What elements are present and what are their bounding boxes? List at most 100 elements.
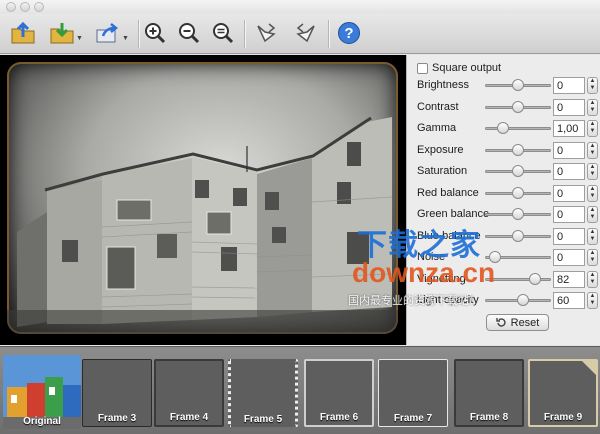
value-stepper[interactable]: ▲ ▼ [587, 120, 598, 137]
stepper-up-icon[interactable]: ▲ [588, 229, 597, 236]
stepper-up-icon[interactable]: ▲ [588, 207, 597, 214]
value-slider[interactable] [485, 100, 551, 113]
stepper-up-icon[interactable]: ▲ [588, 293, 597, 300]
value-field[interactable]: 0 [553, 206, 585, 223]
frame-thumb-7[interactable]: Frame 7 [378, 359, 448, 427]
slider-row-brightness: Brightness 0 ▲ ▼ [407, 75, 600, 96]
rotate-right-button[interactable] [292, 17, 320, 49]
stepper-down-icon[interactable]: ▼ [588, 150, 597, 157]
stepper-up-icon[interactable]: ▲ [588, 250, 597, 257]
save-button[interactable]: ▼ [48, 17, 84, 49]
value-stepper[interactable]: ▲ ▼ [587, 206, 598, 223]
minimize-window-button[interactable] [20, 2, 30, 12]
frame-thumb-original[interactable]: Original [3, 355, 81, 429]
stepper-up-icon[interactable]: ▲ [588, 121, 597, 128]
value-stepper[interactable]: ▲ ▼ [587, 184, 598, 202]
value-stepper[interactable]: ▲ ▼ [587, 292, 598, 309]
rotate-left-button[interactable] [252, 17, 280, 49]
value-stepper[interactable]: ▲ ▼ [587, 227, 598, 245]
title-bar [0, 0, 600, 14]
svg-text:?: ? [344, 25, 353, 42]
stepper-down-icon[interactable]: ▼ [588, 279, 597, 286]
value-field[interactable]: 0 [553, 98, 585, 116]
value-field[interactable]: 82 [553, 270, 585, 288]
value-field[interactable]: 60 [553, 292, 585, 309]
stepper-down-icon[interactable]: ▼ [588, 257, 597, 264]
frame-thumb-label: Frame 5 [243, 414, 283, 425]
share-button[interactable]: ▼ [94, 17, 130, 49]
value-stepper[interactable]: ▲ ▼ [587, 249, 598, 266]
help-icon: ? [338, 22, 360, 44]
slider-knob[interactable] [497, 122, 509, 134]
value-slider[interactable] [485, 294, 551, 306]
zoom-out-button[interactable] [176, 17, 202, 49]
value-field[interactable]: 0 [553, 227, 585, 245]
value-field[interactable]: 0 [553, 163, 585, 180]
slider-label: Green balance [417, 208, 490, 220]
zoom-fit-button[interactable] [210, 17, 236, 49]
slider-knob[interactable] [512, 100, 524, 113]
checkbox-box[interactable] [417, 62, 428, 74]
value-field[interactable]: 1,00 [553, 120, 585, 137]
stepper-down-icon[interactable]: ▼ [588, 171, 597, 178]
value-slider[interactable] [485, 79, 551, 91]
zoom-in-icon [145, 23, 166, 44]
value-slider[interactable] [485, 143, 551, 156]
slider-knob[interactable] [529, 272, 541, 285]
value-slider[interactable] [485, 229, 551, 242]
open-button[interactable] [8, 17, 38, 49]
stepper-down-icon[interactable]: ▼ [588, 214, 597, 221]
toolbar-divider [138, 20, 139, 48]
value-field[interactable]: 0 [553, 141, 585, 159]
stepper-up-icon[interactable]: ▲ [588, 100, 597, 107]
frame-thumb-4[interactable]: Frame 4 [154, 359, 224, 427]
stepper-down-icon[interactable]: ▼ [588, 193, 597, 200]
slider-knob[interactable] [517, 294, 529, 306]
slider-knob[interactable] [512, 208, 524, 220]
zoom-in-button[interactable] [142, 17, 168, 49]
square-output-checkbox[interactable]: Square output [417, 61, 501, 75]
value-stepper[interactable]: ▲ ▼ [587, 98, 598, 116]
close-window-button[interactable] [6, 2, 16, 12]
slider-knob[interactable] [512, 229, 524, 242]
value-field[interactable]: 0 [553, 184, 585, 202]
stepper-up-icon[interactable]: ▲ [588, 143, 597, 150]
slider-track[interactable] [485, 127, 551, 130]
stepper-down-icon[interactable]: ▼ [588, 107, 597, 114]
frame-thumb-3[interactable]: Frame 3 [82, 359, 152, 427]
zoom-out-icon [179, 23, 200, 44]
frame-thumb-5[interactable]: Frame 5 [228, 359, 298, 427]
value-field[interactable]: 0 [553, 77, 585, 94]
value-slider[interactable] [485, 122, 551, 134]
toolbar-divider [244, 20, 245, 48]
stepper-down-icon[interactable]: ▼ [588, 236, 597, 243]
slider-label: Contrast [417, 100, 459, 113]
value-stepper[interactable]: ▲ ▼ [587, 270, 598, 288]
stepper-up-icon[interactable]: ▲ [588, 272, 597, 279]
frame-thumb-6[interactable]: Frame 6 [304, 359, 374, 427]
slider-knob[interactable] [512, 143, 524, 156]
stepper-up-icon[interactable]: ▲ [588, 164, 597, 171]
stepper-up-icon[interactable]: ▲ [588, 186, 597, 193]
help-button[interactable]: ? [336, 17, 362, 49]
slider-knob[interactable] [512, 186, 524, 199]
image-canvas[interactable] [0, 55, 406, 345]
value-slider[interactable] [485, 186, 551, 199]
slider-knob[interactable] [512, 165, 524, 177]
share-icon [96, 23, 119, 43]
value-stepper[interactable]: ▲ ▼ [587, 77, 598, 94]
frame-thumb-8[interactable]: Frame 8 [454, 359, 524, 427]
value-slider[interactable] [485, 208, 551, 220]
value-slider[interactable] [485, 165, 551, 177]
zoom-window-button[interactable] [34, 2, 44, 12]
value-stepper[interactable]: ▲ ▼ [587, 141, 598, 159]
value-stepper[interactable]: ▲ ▼ [587, 163, 598, 180]
slider-knob[interactable] [512, 79, 524, 91]
stepper-down-icon[interactable]: ▼ [588, 128, 597, 135]
stepper-down-icon[interactable]: ▼ [588, 300, 597, 307]
stepper-up-icon[interactable]: ▲ [588, 78, 597, 85]
stepper-down-icon[interactable]: ▼ [588, 85, 597, 92]
reset-button[interactable]: Reset [486, 314, 549, 331]
frame-thumb-9[interactable]: Frame 9 [528, 359, 598, 427]
value-field[interactable]: 0 [553, 249, 585, 266]
